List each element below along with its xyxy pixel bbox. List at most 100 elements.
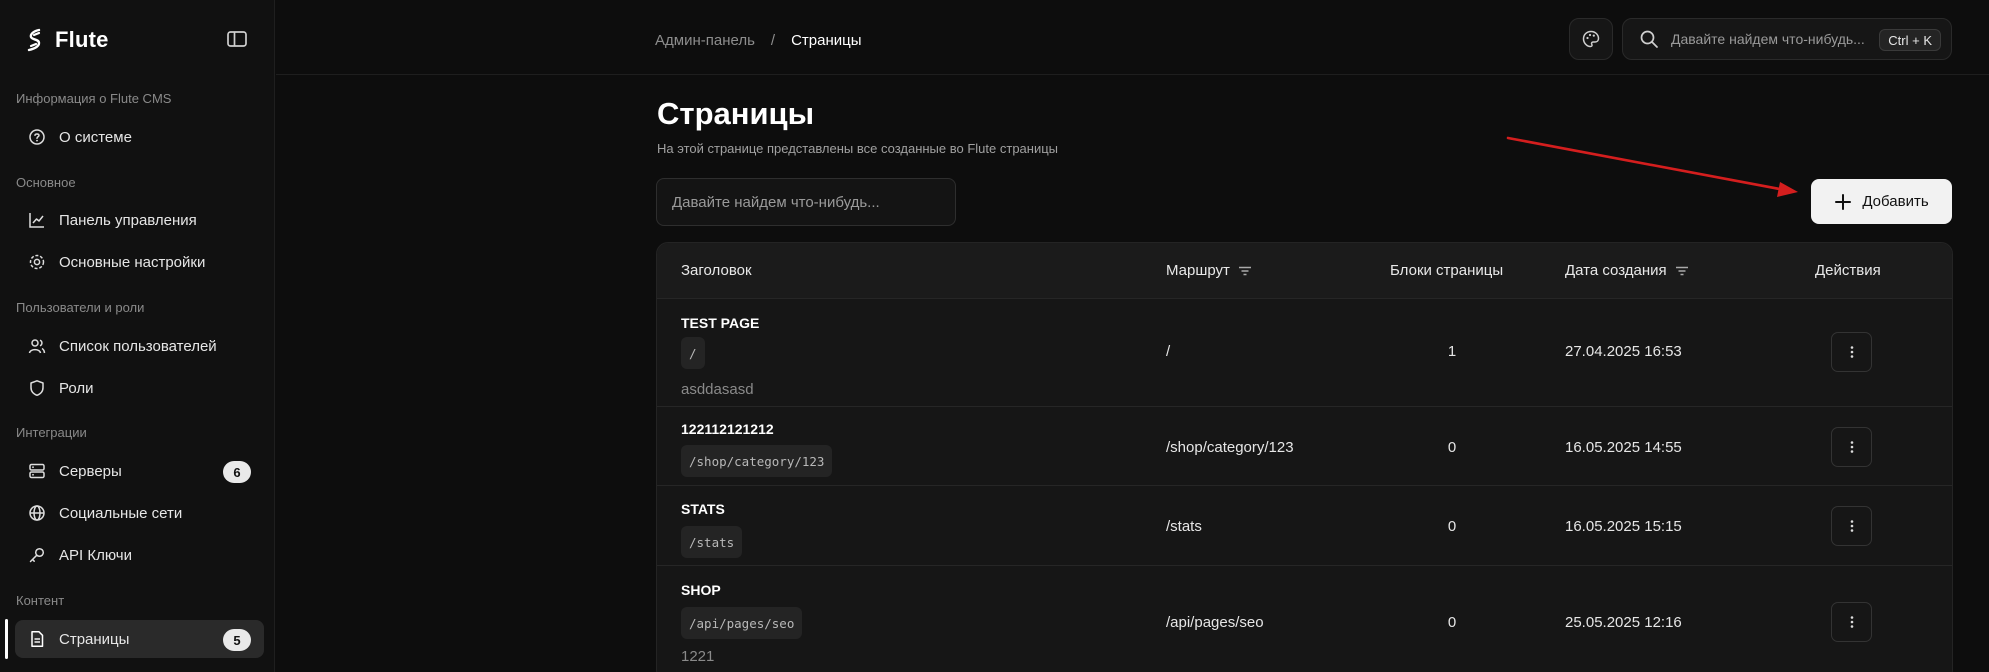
row-actions-button[interactable] <box>1831 506 1872 546</box>
blocks-cell: 0 <box>1447 439 1457 456</box>
created-cell: 16.05.2025 14:55 <box>1565 439 1682 456</box>
sidebar-item-pages[interactable]: Страницы 5 <box>15 620 264 658</box>
created-cell: 27.04.2025 16:53 <box>1565 343 1682 360</box>
sidebar-item-roles[interactable]: Роли <box>15 369 264 407</box>
file-icon <box>28 630 46 648</box>
more-vertical-icon <box>1850 346 1853 358</box>
search-icon <box>1640 30 1658 48</box>
section-label-info: Информация о Flute CMS <box>16 91 172 106</box>
sort-icon <box>1238 266 1251 275</box>
flute-logo-icon <box>27 28 41 52</box>
page-description: asddasasd <box>681 381 754 398</box>
sidebar-item-settings[interactable]: Основные настройки <box>15 243 264 281</box>
table-row: TEST PAGE / asddasasd / 1 27.04.2025 16:… <box>657 299 1952 407</box>
sidebar-toggle-icon[interactable] <box>226 29 248 49</box>
column-header-route[interactable]: Маршрут <box>1166 262 1252 279</box>
help-circle-icon <box>28 128 46 146</box>
route-cell: /api/pages/seo <box>1166 614 1264 631</box>
globe-icon <box>28 504 46 522</box>
column-header-created[interactable]: Дата создания <box>1565 262 1689 279</box>
breadcrumb-current: Страницы <box>791 32 862 49</box>
sidebar-item-label: О системе <box>59 128 132 146</box>
sidebar-item-label: Серверы <box>59 462 122 480</box>
page-slug: /stats <box>681 526 743 558</box>
more-vertical-icon <box>1850 520 1853 532</box>
column-header-blocks: Блоки страницы <box>1390 262 1504 279</box>
page-title-cell: 122112121212 <box>681 421 774 437</box>
section-label-content: Контент <box>16 593 65 608</box>
breadcrumb-separator: / <box>770 32 776 49</box>
sidebar-item-label: Страницы <box>59 630 130 648</box>
section-label-users: Пользователи и роли <box>16 300 145 315</box>
sidebar-item-api-keys[interactable]: API Ключи <box>15 536 264 574</box>
column-header-actions: Действия <box>1815 262 1881 279</box>
plus-icon <box>1835 193 1852 210</box>
sort-icon <box>1675 266 1688 275</box>
table-row: SHOP /api/pages/seo 1221 /api/pages/seo … <box>657 566 1952 672</box>
global-search-placeholder: Давайте найдем что-нибудь... <box>1671 31 1865 47</box>
shield-icon <box>28 379 46 397</box>
more-vertical-icon <box>1850 616 1853 628</box>
sidebar-item-about[interactable]: О системе <box>15 118 264 156</box>
sidebar-item-servers[interactable]: Серверы 6 <box>15 452 264 490</box>
global-search[interactable]: Давайте найдем что-нибудь... Ctrl + K <box>1622 18 1952 60</box>
sidebar-item-label: Список пользователей <box>59 337 217 355</box>
blocks-cell: 0 <box>1447 614 1457 631</box>
created-cell: 25.05.2025 12:16 <box>1565 614 1682 631</box>
topbar: Админ-панель / Страницы Давайте найдем ч… <box>276 0 1989 75</box>
breadcrumb: Админ-панель / Страницы <box>655 32 862 49</box>
sidebar-item-dashboard[interactable]: Панель управления <box>15 201 264 239</box>
route-cell: /shop/category/123 <box>1166 439 1294 456</box>
app-name: Flute <box>55 27 109 52</box>
column-header-title: Заголовок <box>681 262 752 279</box>
count-badge: 5 <box>223 629 251 651</box>
page-title: Страницы <box>657 96 815 131</box>
server-icon <box>28 462 46 480</box>
table-row: STATS /stats /stats 0 16.05.2025 15:15 <box>657 486 1952 566</box>
page-title-cell: STATS <box>681 501 725 517</box>
count-badge: 6 <box>223 461 251 483</box>
app-logo[interactable]: Flute <box>25 26 109 54</box>
page-description: 1221 <box>681 648 715 665</box>
sidebar-item-label: Социальные сети <box>59 504 183 522</box>
route-cell: / <box>1166 343 1171 360</box>
blocks-cell: 1 <box>1447 343 1457 360</box>
sidebar-item-label: API Ключи <box>59 546 132 564</box>
page-title-cell: SHOP <box>681 582 721 598</box>
annotation-arrow <box>1506 136 1798 197</box>
section-label-integrations: Интеграции <box>16 425 87 440</box>
table-header: Заголовок Маршрут Блоки страницы Дата со… <box>657 243 1952 299</box>
add-page-button[interactable]: Добавить <box>1811 179 1952 224</box>
sidebar-item-label: Основные настройки <box>59 253 206 271</box>
key-icon <box>28 546 46 564</box>
sidebar-item-label: Панель управления <box>59 211 197 229</box>
blocks-cell: 0 <box>1447 518 1457 535</box>
page-subtitle: На этой странице представлены все создан… <box>657 141 1059 156</box>
theme-button[interactable] <box>1569 18 1613 60</box>
created-cell: 16.05.2025 15:15 <box>1565 518 1682 535</box>
gear-icon <box>28 253 46 271</box>
row-actions-button[interactable] <box>1831 427 1872 467</box>
breadcrumb-admin-link[interactable]: Админ-панель <box>655 32 755 49</box>
page-slug: /shop/category/123 <box>681 445 833 477</box>
page-slug: / <box>681 337 705 369</box>
row-actions-button[interactable] <box>1831 332 1872 372</box>
section-label-main: Основное <box>16 175 76 190</box>
search-input[interactable] <box>656 178 956 226</box>
sidebar-item-label: Роли <box>59 379 94 397</box>
table-row: 122112121212 /shop/category/123 /shop/ca… <box>657 407 1952 486</box>
add-page-label: Добавить <box>1862 193 1929 210</box>
page-title-cell: TEST PAGE <box>681 315 760 331</box>
sidebar-item-social[interactable]: Социальные сети <box>15 494 264 532</box>
chart-line-icon <box>28 211 46 229</box>
sidebar: Flute Информация о Flute CMS О системе О… <box>0 0 275 672</box>
pages-table: Заголовок Маршрут Блоки страницы Дата со… <box>656 242 1953 672</box>
sidebar-item-users[interactable]: Список пользователей <box>15 327 264 365</box>
active-indicator <box>5 619 8 659</box>
route-cell: /stats <box>1166 518 1202 535</box>
more-vertical-icon <box>1850 441 1853 453</box>
row-actions-button[interactable] <box>1831 602 1872 642</box>
page-slug: /api/pages/seo <box>681 607 803 639</box>
users-icon <box>28 337 46 355</box>
palette-icon <box>1582 30 1600 48</box>
